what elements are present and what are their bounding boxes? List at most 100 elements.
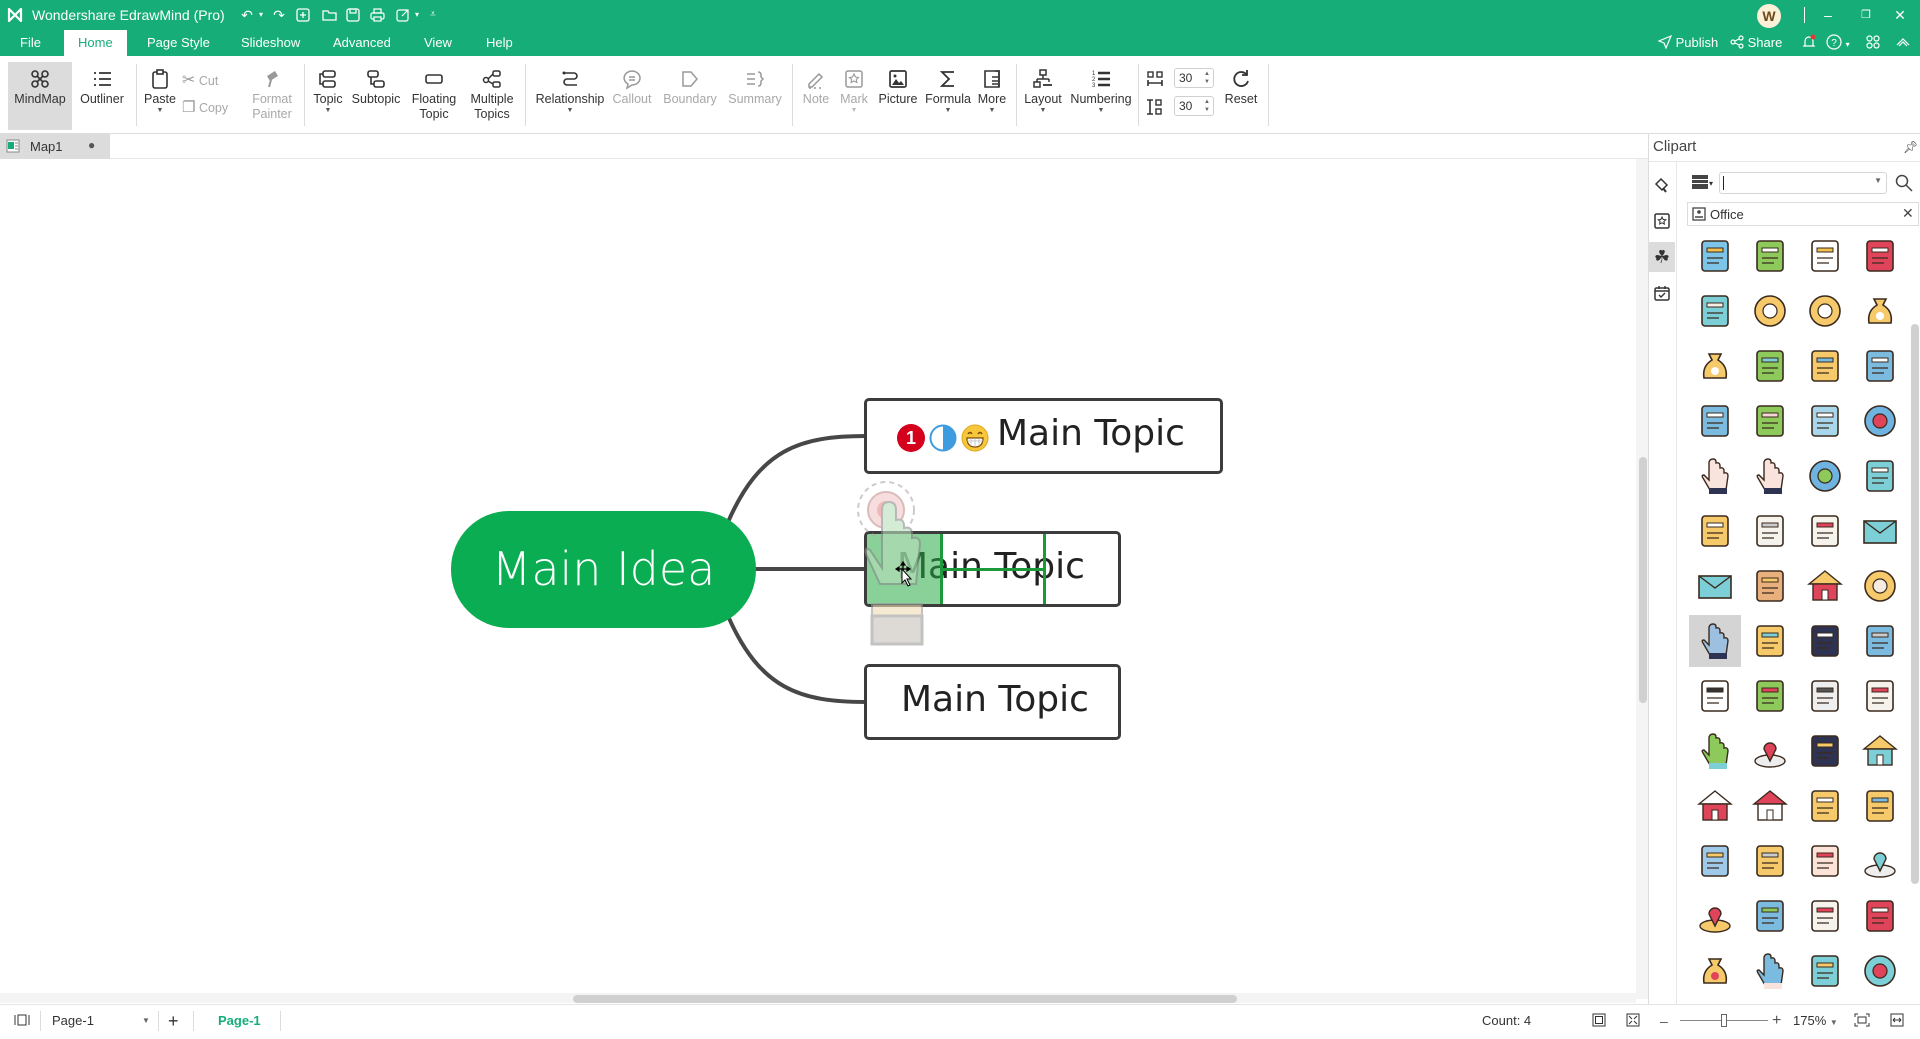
task-tab-icon[interactable] — [1649, 278, 1675, 308]
mark-dropdown-icon[interactable]: ▼ — [836, 107, 872, 115]
clipart-item-pound-bag[interactable] — [1689, 340, 1741, 392]
clipart-item-location-pin[interactable] — [1689, 890, 1741, 942]
clipart-item-calculator[interactable] — [1799, 725, 1851, 777]
topic-dropdown-icon[interactable]: ▼ — [310, 107, 346, 115]
layout-dropdown-icon[interactable]: ▼ — [1020, 107, 1066, 115]
numbering-dropdown-icon[interactable]: ▼ — [1068, 107, 1134, 115]
clipart-item-target[interactable] — [1854, 945, 1906, 997]
clipart-item-earth[interactable] — [1799, 450, 1851, 502]
boundary-button[interactable]: Boundary — [658, 62, 722, 130]
numbering-button[interactable]: 123 Numbering ▼ — [1068, 62, 1134, 130]
priority-1-icon[interactable]: 1 — [897, 424, 925, 452]
clipart-item-resume[interactable] — [1799, 230, 1851, 282]
toggle-page-panel-icon[interactable] — [14, 1005, 30, 1037]
tab-view[interactable]: View — [410, 30, 466, 56]
formula-button[interactable]: Formula ▼ — [924, 62, 972, 130]
clipart-item-taxi[interactable] — [1744, 395, 1796, 447]
clipart-item-globe-stand[interactable] — [1854, 395, 1906, 447]
clipart-item-smartphone[interactable] — [1799, 615, 1851, 667]
tab-slideshow[interactable]: Slideshow — [227, 30, 314, 56]
clipart-item-diamond[interactable] — [1689, 505, 1741, 557]
summary-button[interactable]: Summary — [724, 62, 786, 130]
clipart-item-thumbs-up[interactable] — [1689, 450, 1741, 502]
clipart-item-head-thinking[interactable] — [1689, 670, 1741, 722]
tab-advanced[interactable]: Advanced — [319, 30, 405, 56]
note-button[interactable]: Note — [798, 62, 834, 130]
outliner-view-button[interactable]: Outliner — [74, 62, 130, 130]
floating-topic-button[interactable]: Floating Topic — [408, 62, 460, 130]
more-dropdown-icon[interactable]: ▼ — [974, 107, 1010, 115]
subtopic-button[interactable]: Subtopic — [348, 62, 404, 130]
format-painter-button[interactable]: Format Painter — [244, 62, 300, 130]
cut-button[interactable]: ✂ Cut — [182, 70, 218, 90]
clipart-item-stamp[interactable] — [1854, 230, 1906, 282]
open-folder-icon[interactable] — [320, 6, 338, 24]
mark-button[interactable]: Mark ▼ — [836, 62, 872, 130]
page-tab-active[interactable]: Page-1 — [218, 1005, 261, 1037]
clipart-item-open-envelope[interactable] — [1854, 505, 1906, 557]
clipart-search-input[interactable]: ▼ — [1719, 172, 1887, 194]
tab-file[interactable]: File — [6, 30, 55, 56]
clipart-item-euro-coin[interactable] — [1744, 285, 1796, 337]
central-topic[interactable]: Main Idea — [451, 511, 756, 628]
clipart-item-briefcase[interactable] — [1744, 560, 1796, 612]
clipart-item-shopping-cart[interactable] — [1744, 725, 1796, 777]
zoom-in-icon[interactable]: + — [1772, 1005, 1781, 1037]
fit-page-icon[interactable] — [1592, 1005, 1606, 1037]
close-button[interactable]: ✕ — [1880, 0, 1920, 30]
undo-dropdown-icon[interactable]: ▾ — [252, 6, 270, 24]
layout-button[interactable]: Layout ▼ — [1020, 62, 1066, 130]
more-button[interactable]: More ▼ — [974, 62, 1010, 130]
minimize-button[interactable]: – — [1808, 0, 1848, 30]
clipart-item-pencil[interactable] — [1799, 340, 1851, 392]
page-selector[interactable]: Page-1 ▼ — [52, 1005, 152, 1037]
clipart-item-hourglass[interactable] — [1799, 945, 1851, 997]
share-button[interactable]: Share — [1730, 30, 1782, 56]
main-topic-3[interactable]: Main Topic — [864, 664, 1121, 740]
save-icon[interactable] — [344, 6, 362, 24]
clipart-item-handshake[interactable] — [1744, 945, 1796, 997]
print-icon[interactable] — [368, 6, 386, 24]
page-selector-dropdown-icon[interactable]: ▼ — [142, 1005, 150, 1037]
clipart-item-calendar[interactable] — [1799, 505, 1851, 557]
fit-width-icon[interactable] — [1890, 1005, 1904, 1037]
redo-icon[interactable]: ↷ — [270, 6, 288, 24]
clipart-item-glue-bottle[interactable] — [1744, 230, 1796, 282]
help-icon[interactable]: ? ▾ — [1826, 30, 1850, 56]
collapse-ribbon-icon[interactable] — [1896, 30, 1910, 56]
clipart-item-binder-clip[interactable] — [1689, 395, 1741, 447]
clipart-item-airplane[interactable] — [1799, 395, 1851, 447]
clipart-item-envelope[interactable] — [1689, 560, 1741, 612]
zoom-level[interactable]: 175% ▼ — [1793, 1005, 1838, 1037]
mindmap-view-button[interactable]: MindMap — [8, 62, 72, 130]
clipart-scrollbar-thumb[interactable] — [1911, 324, 1919, 884]
vertical-spacing-input[interactable]: 30 ▲ ▼ — [1174, 96, 1214, 116]
clipart-item-yen-coin[interactable] — [1799, 285, 1851, 337]
clipart-item-desk-lamp[interactable] — [1744, 340, 1796, 392]
clipart-item-scales[interactable] — [1689, 835, 1741, 887]
close-category-icon[interactable]: ✕ — [1902, 205, 1914, 222]
clipart-item-laptop-heart[interactable] — [1854, 670, 1906, 722]
clipart-item-price-tag[interactable] — [1854, 890, 1906, 942]
clipart-item-alarm-clock[interactable] — [1854, 560, 1906, 612]
fit-window-icon[interactable] — [1854, 1005, 1870, 1037]
main-topic-1[interactable]: 1 Main Topic — [864, 398, 1223, 474]
canvas-vertical-scroll-thumb[interactable] — [1639, 457, 1647, 703]
paste-button[interactable]: Paste ▼ — [140, 62, 180, 130]
clipart-item-thumbs-down[interactable] — [1744, 450, 1796, 502]
library-icon[interactable]: ▾ — [1691, 174, 1713, 195]
publish-button[interactable]: Publish — [1657, 30, 1718, 56]
clipart-item-map-pin-flat[interactable] — [1854, 835, 1906, 887]
unsaved-indicator[interactable]: ● — [88, 138, 95, 152]
customize-toolbar-icon[interactable]: ⩡ — [424, 6, 442, 24]
clipart-item-contact-book[interactable] — [1854, 780, 1906, 832]
canvas-horizontal-scroll-thumb[interactable] — [573, 995, 1237, 1003]
user-avatar[interactable]: W — [1757, 4, 1781, 28]
clipart-item-map[interactable] — [1744, 890, 1796, 942]
pin-panel-icon[interactable]: 📌︎ — [1903, 140, 1918, 154]
zoom-dropdown-icon[interactable]: ▼ — [1830, 1018, 1838, 1027]
picture-button[interactable]: Picture — [874, 62, 922, 130]
clipart-item-house-yen[interactable] — [1744, 780, 1796, 832]
clipart-item-scissors[interactable] — [1854, 615, 1906, 667]
clipart-item-folded-map[interactable] — [1799, 890, 1851, 942]
